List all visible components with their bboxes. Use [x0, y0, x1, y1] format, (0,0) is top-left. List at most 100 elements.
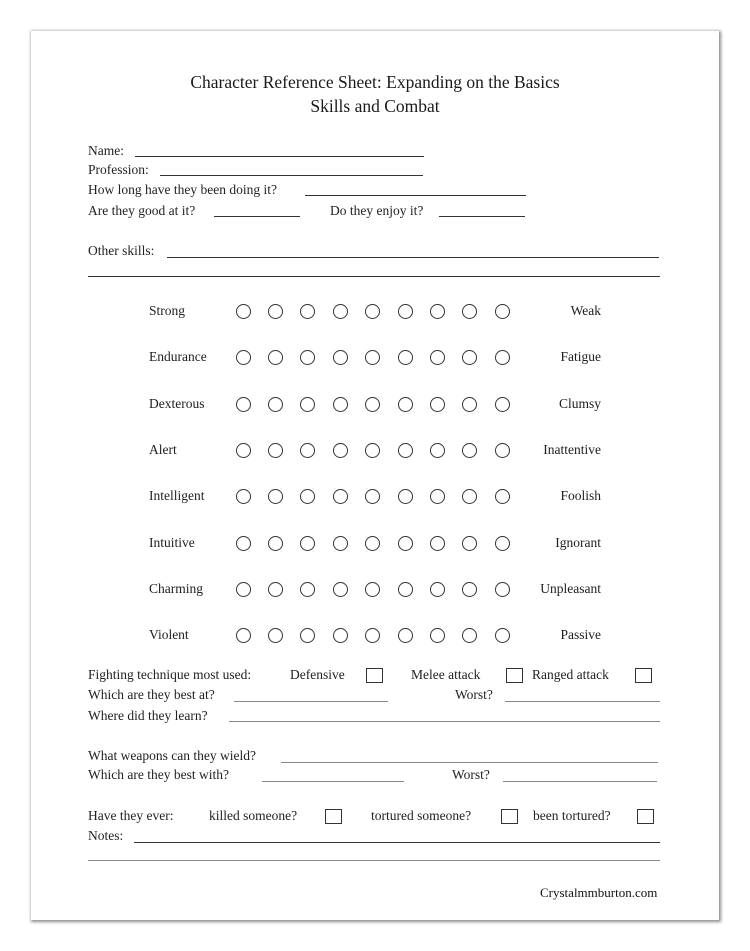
title-line-2: Skills and Combat [310, 96, 440, 116]
scale-radio-8[interactable] [462, 489, 477, 504]
scale-left-label: Intuitive [149, 535, 195, 550]
scale-radio-1[interactable] [236, 304, 251, 319]
scale-radio-4[interactable] [333, 304, 348, 319]
scale-radio-6[interactable] [398, 304, 413, 319]
scale-radio-3[interactable] [300, 536, 315, 551]
scale-radio-8[interactable] [462, 350, 477, 365]
scale-right-label: Ignorant [555, 535, 601, 550]
enjoy-field[interactable] [439, 216, 525, 217]
footer-website: Crystalmmburton.com [540, 885, 658, 900]
scale-radio-8[interactable] [462, 304, 477, 319]
scale-radio-1[interactable] [236, 489, 251, 504]
scale-radio-1[interactable] [236, 536, 251, 551]
scale-radio-7[interactable] [430, 443, 445, 458]
scale-radio-2[interactable] [268, 304, 283, 319]
scale-radio-4[interactable] [333, 397, 348, 412]
name-field[interactable] [135, 156, 424, 157]
worksheet-page: Character Reference Sheet: Expanding on … [31, 31, 719, 920]
scale-radio-5[interactable] [365, 443, 380, 458]
good-at-field[interactable] [214, 216, 300, 217]
scale-radio-5[interactable] [365, 350, 380, 365]
scale-radio-2[interactable] [268, 350, 283, 365]
scale-radio-4[interactable] [333, 536, 348, 551]
scale-radio-7[interactable] [430, 397, 445, 412]
weapons-wield-field[interactable] [281, 762, 658, 763]
scale-radio-7[interactable] [430, 350, 445, 365]
scale-radio-6[interactable] [398, 536, 413, 551]
killed-someone-checkbox[interactable] [325, 809, 342, 824]
scale-radio-3[interactable] [300, 397, 315, 412]
profession-field[interactable] [160, 175, 423, 176]
scale-radio-8[interactable] [462, 536, 477, 551]
fighting-worst-field[interactable] [505, 701, 660, 702]
option-defensive-checkbox[interactable] [366, 668, 383, 683]
notes-field-line-2[interactable] [88, 860, 660, 861]
scale-radio-7[interactable] [430, 582, 445, 597]
scale-radio-8[interactable] [462, 397, 477, 412]
notes-field[interactable] [134, 842, 660, 843]
option-melee-checkbox[interactable] [506, 668, 523, 683]
scale-radio-3[interactable] [300, 628, 315, 643]
scale-radio-1[interactable] [236, 443, 251, 458]
scale-radio-5[interactable] [365, 304, 380, 319]
scale-radio-4[interactable] [333, 628, 348, 643]
scale-radio-2[interactable] [268, 628, 283, 643]
scale-radio-7[interactable] [430, 489, 445, 504]
scale-radio-4[interactable] [333, 582, 348, 597]
best-at-field[interactable] [234, 701, 388, 702]
scale-radio-6[interactable] [398, 350, 413, 365]
weapons-worst-field[interactable] [503, 781, 657, 782]
scale-radio-6[interactable] [398, 443, 413, 458]
option-ranged-checkbox[interactable] [635, 668, 652, 683]
scale-radio-6[interactable] [398, 489, 413, 504]
other-skills-field[interactable] [167, 257, 659, 258]
other-skills-field-line-2[interactable] [88, 276, 660, 277]
scale-radio-6[interactable] [398, 397, 413, 412]
scale-radio-8[interactable] [462, 582, 477, 597]
how-long-label: How long have they been doing it? [88, 182, 277, 197]
option-melee-label: Melee attack [411, 667, 481, 682]
scale-radio-3[interactable] [300, 350, 315, 365]
been-tortured-checkbox[interactable] [637, 809, 654, 824]
scale-radio-1[interactable] [236, 397, 251, 412]
scale-right-label: Passive [560, 627, 602, 642]
best-with-field[interactable] [262, 781, 404, 782]
scale-right-label: Fatigue [560, 349, 602, 364]
scale-radio-3[interactable] [300, 443, 315, 458]
enjoy-label: Do they enjoy it? [330, 203, 424, 218]
scale-radio-6[interactable] [398, 628, 413, 643]
scale-radio-1[interactable] [236, 350, 251, 365]
scale-radio-2[interactable] [268, 582, 283, 597]
scale-radio-2[interactable] [268, 489, 283, 504]
scale-radio-1[interactable] [236, 628, 251, 643]
scale-radio-6[interactable] [398, 582, 413, 597]
tortured-someone-checkbox[interactable] [501, 809, 518, 824]
scale-radio-8[interactable] [462, 443, 477, 458]
learn-field[interactable] [229, 721, 660, 722]
scale-right-label: Inattentive [543, 442, 601, 457]
option-ranged-label: Ranged attack [532, 667, 609, 682]
scale-right-label: Foolish [560, 488, 601, 503]
scale-radio-5[interactable] [365, 489, 380, 504]
scale-radio-3[interactable] [300, 304, 315, 319]
how-long-field[interactable] [305, 195, 526, 196]
scale-radio-1[interactable] [236, 582, 251, 597]
scale-radio-2[interactable] [268, 443, 283, 458]
scale-radio-4[interactable] [333, 443, 348, 458]
scale-radio-3[interactable] [300, 582, 315, 597]
scale-radio-7[interactable] [430, 304, 445, 319]
scale-radio-3[interactable] [300, 489, 315, 504]
scale-radio-7[interactable] [430, 536, 445, 551]
scale-radio-5[interactable] [365, 582, 380, 597]
scale-radio-4[interactable] [333, 350, 348, 365]
scale-radio-5[interactable] [365, 536, 380, 551]
scale-radio-5[interactable] [365, 628, 380, 643]
scale-radio-2[interactable] [268, 536, 283, 551]
title-line-1: Character Reference Sheet: Expanding on … [190, 72, 560, 92]
scale-radio-7[interactable] [430, 628, 445, 643]
scale-radio-8[interactable] [462, 628, 477, 643]
scale-radio-5[interactable] [365, 397, 380, 412]
profession-label: Profession: [88, 162, 149, 177]
scale-radio-2[interactable] [268, 397, 283, 412]
scale-radio-4[interactable] [333, 489, 348, 504]
